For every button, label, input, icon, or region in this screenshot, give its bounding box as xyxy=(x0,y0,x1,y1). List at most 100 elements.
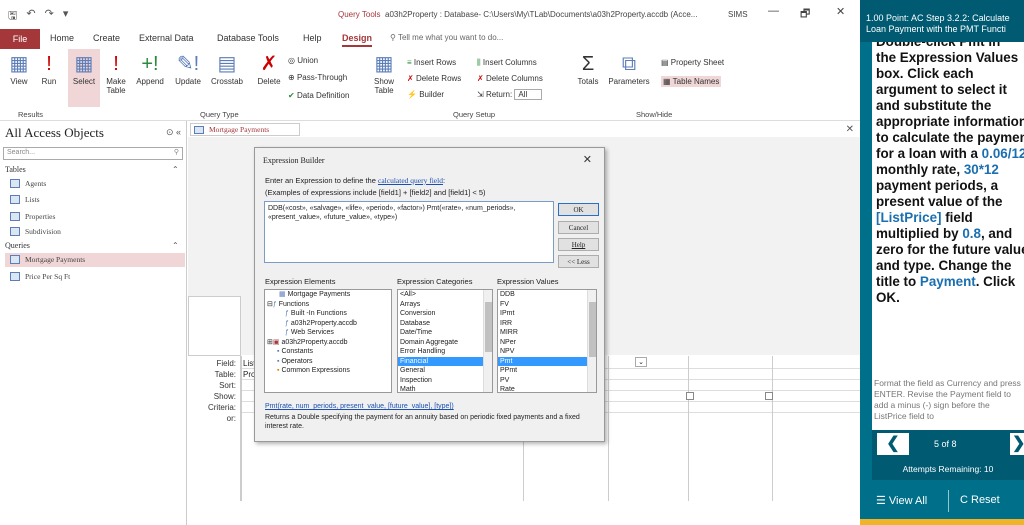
category-item[interactable]: Date/Time xyxy=(398,328,492,338)
nav-item-price-per-sqft[interactable]: Price Per Sq Ft xyxy=(5,270,185,284)
scroll-thumb[interactable] xyxy=(485,302,492,352)
queries-header[interactable]: Queries xyxy=(5,241,30,250)
value-item[interactable]: DDB xyxy=(498,290,596,300)
restore-button[interactable]: 🗗 xyxy=(800,5,810,24)
scroll-thumb[interactable] xyxy=(589,302,596,357)
previous-step-button[interactable]: ❮ xyxy=(877,433,909,455)
category-item[interactable]: General xyxy=(398,366,492,376)
collapse-queries-icon[interactable]: ⌃ xyxy=(172,241,179,250)
tree-item[interactable]: ⊞▣ a03h2Property.accdb xyxy=(265,338,391,348)
minimize-button[interactable]: — xyxy=(768,5,779,17)
save-icon[interactable]: 🖫 xyxy=(8,7,17,26)
grid-column[interactable] xyxy=(688,356,689,501)
less-button[interactable]: << Less xyxy=(558,255,599,268)
delete-rows-button[interactable]: ✗ Delete Rows xyxy=(407,74,461,83)
tables-header[interactable]: Tables xyxy=(5,165,26,174)
nav-item-subdivision[interactable]: Subdivision xyxy=(5,225,185,239)
redo-icon[interactable]: ↷ xyxy=(45,7,54,26)
reset-button[interactable]: C Reset xyxy=(960,494,1000,506)
value-item[interactable]: IRR xyxy=(498,319,596,329)
property-sheet-button[interactable]: ▤ Property Sheet xyxy=(661,58,724,67)
table-names-button[interactable]: ▦ Table Names xyxy=(661,76,722,87)
category-item[interactable]: Arrays xyxy=(398,300,492,310)
parameters-button[interactable]: ⧉ Parameters xyxy=(606,53,652,86)
category-item[interactable]: Inspection xyxy=(398,376,492,386)
return-dropdown[interactable]: ⇲ Return: All xyxy=(477,89,543,100)
field-list-box[interactable] xyxy=(188,296,241,356)
field-dropdown-icon[interactable]: ⌄ xyxy=(635,357,647,367)
view-button[interactable]: ▦ View xyxy=(6,53,32,86)
value-item[interactable]: FV xyxy=(498,300,596,310)
tree-item[interactable]: ▪ Common Expressions xyxy=(265,366,391,376)
make-table-button[interactable]: ! Make Table xyxy=(103,53,129,95)
value-item[interactable]: NPer xyxy=(498,338,596,348)
values-scrollbar[interactable] xyxy=(587,290,596,392)
tree-item[interactable]: ▪ Constants xyxy=(265,347,391,357)
value-item[interactable]: Rate xyxy=(498,385,596,392)
category-item[interactable]: <All> xyxy=(398,290,492,300)
category-item[interactable]: Conversion xyxy=(398,309,492,319)
view-all-button[interactable]: ☰ View All xyxy=(876,494,927,507)
tab-create[interactable]: Create xyxy=(93,33,120,43)
insert-columns-button[interactable]: ⫼ Insert Columns xyxy=(477,58,537,68)
category-item[interactable]: Error Handling xyxy=(398,347,492,357)
nav-item-agents[interactable]: Agents xyxy=(5,177,185,191)
delete-columns-button[interactable]: ✗ Delete Columns xyxy=(477,74,543,83)
builder-button[interactable]: ⚡ Builder xyxy=(407,90,444,99)
grid-column[interactable] xyxy=(608,356,609,501)
data-definition-button[interactable]: ✔ Data Definition xyxy=(288,91,349,100)
dialog-close-button[interactable]: ✕ xyxy=(583,153,592,166)
nav-item-properties[interactable]: Properties xyxy=(5,210,185,224)
union-button[interactable]: ◎ Union xyxy=(288,56,318,65)
expression-values-list[interactable]: DDB FV IPmt IRR MIRR NPer NPV Pmt PPmt P… xyxy=(497,289,597,393)
tree-item[interactable]: ƒ Web Services xyxy=(265,328,391,338)
nav-item-lists[interactable]: Lists xyxy=(5,193,185,207)
grid-column[interactable] xyxy=(772,356,773,501)
ok-button[interactable]: OK xyxy=(558,203,599,216)
customize-qat-icon[interactable]: ▾ xyxy=(63,7,69,26)
function-syntax-link[interactable]: Pmt(rate, num_periods, present_value, [f… xyxy=(265,403,454,410)
tree-item[interactable]: ƒ Built -In Functions xyxy=(265,309,391,319)
run-button[interactable]: ! Run xyxy=(36,53,62,86)
tree-item[interactable]: ▪ Operators xyxy=(265,357,391,367)
tree-item[interactable]: ⊟ƒ Functions xyxy=(265,300,391,310)
tab-home[interactable]: Home xyxy=(50,33,74,43)
select-query-button[interactable]: ▦ Select xyxy=(68,49,100,107)
grid-column[interactable] xyxy=(240,356,242,501)
append-button[interactable]: +! Append xyxy=(134,53,166,86)
close-document-icon[interactable]: ✕ xyxy=(846,124,854,135)
category-item[interactable]: Database xyxy=(398,319,492,329)
tree-item[interactable]: ▦ Mortgage Payments xyxy=(265,290,391,300)
tab-file[interactable]: File xyxy=(0,29,40,49)
tab-database-tools[interactable]: Database Tools xyxy=(217,33,279,43)
categories-scrollbar[interactable] xyxy=(483,290,492,392)
nav-options-icon[interactable]: ⊙ « xyxy=(166,127,181,138)
category-item[interactable]: Domain Aggregate xyxy=(398,338,492,348)
value-item-selected[interactable]: Pmt xyxy=(498,356,596,366)
nav-item-mortgage-payments[interactable]: Mortgage Payments xyxy=(5,253,185,267)
value-item[interactable]: PPmt xyxy=(498,366,596,376)
pass-through-button[interactable]: ⊕ Pass-Through xyxy=(288,73,347,82)
calculated-field-link[interactable]: calculated query field xyxy=(378,176,443,185)
value-item[interactable]: IPmt xyxy=(498,309,596,319)
show-checkbox[interactable] xyxy=(765,392,773,400)
tab-external-data[interactable]: External Data xyxy=(139,33,194,43)
show-checkbox[interactable] xyxy=(686,392,694,400)
expression-textbox[interactable]: DDB(«cost», «salvage», «life», «period»,… xyxy=(264,201,554,263)
insert-rows-button[interactable]: ≡ Insert Rows xyxy=(407,58,456,67)
crosstab-button[interactable]: ▤ Crosstab xyxy=(209,53,245,86)
expression-elements-tree[interactable]: ▦ Mortgage Payments ⊟ƒ Functions ƒ Built… xyxy=(264,289,392,393)
next-step-button[interactable]: ❯ xyxy=(1010,433,1024,455)
category-item-selected[interactable]: Financial xyxy=(398,356,492,366)
cancel-button[interactable]: Cancel xyxy=(558,221,599,234)
expression-categories-list[interactable]: <All> Arrays Conversion Database Date/Ti… xyxy=(397,289,493,393)
tab-design[interactable]: Design xyxy=(342,33,373,47)
tab-help[interactable]: Help xyxy=(303,33,322,43)
delete-query-button[interactable]: ✗ Delete xyxy=(254,53,284,86)
tree-item[interactable]: ƒ a03h2Property.accdb xyxy=(265,319,391,329)
totals-button[interactable]: Σ Totals xyxy=(573,53,603,86)
tell-me-box[interactable]: ⚲ Tell me what you want to do... xyxy=(390,33,503,42)
undo-icon[interactable]: ↶ xyxy=(26,7,35,26)
value-item[interactable]: NPV xyxy=(498,347,596,357)
category-item[interactable]: Math xyxy=(398,385,492,392)
